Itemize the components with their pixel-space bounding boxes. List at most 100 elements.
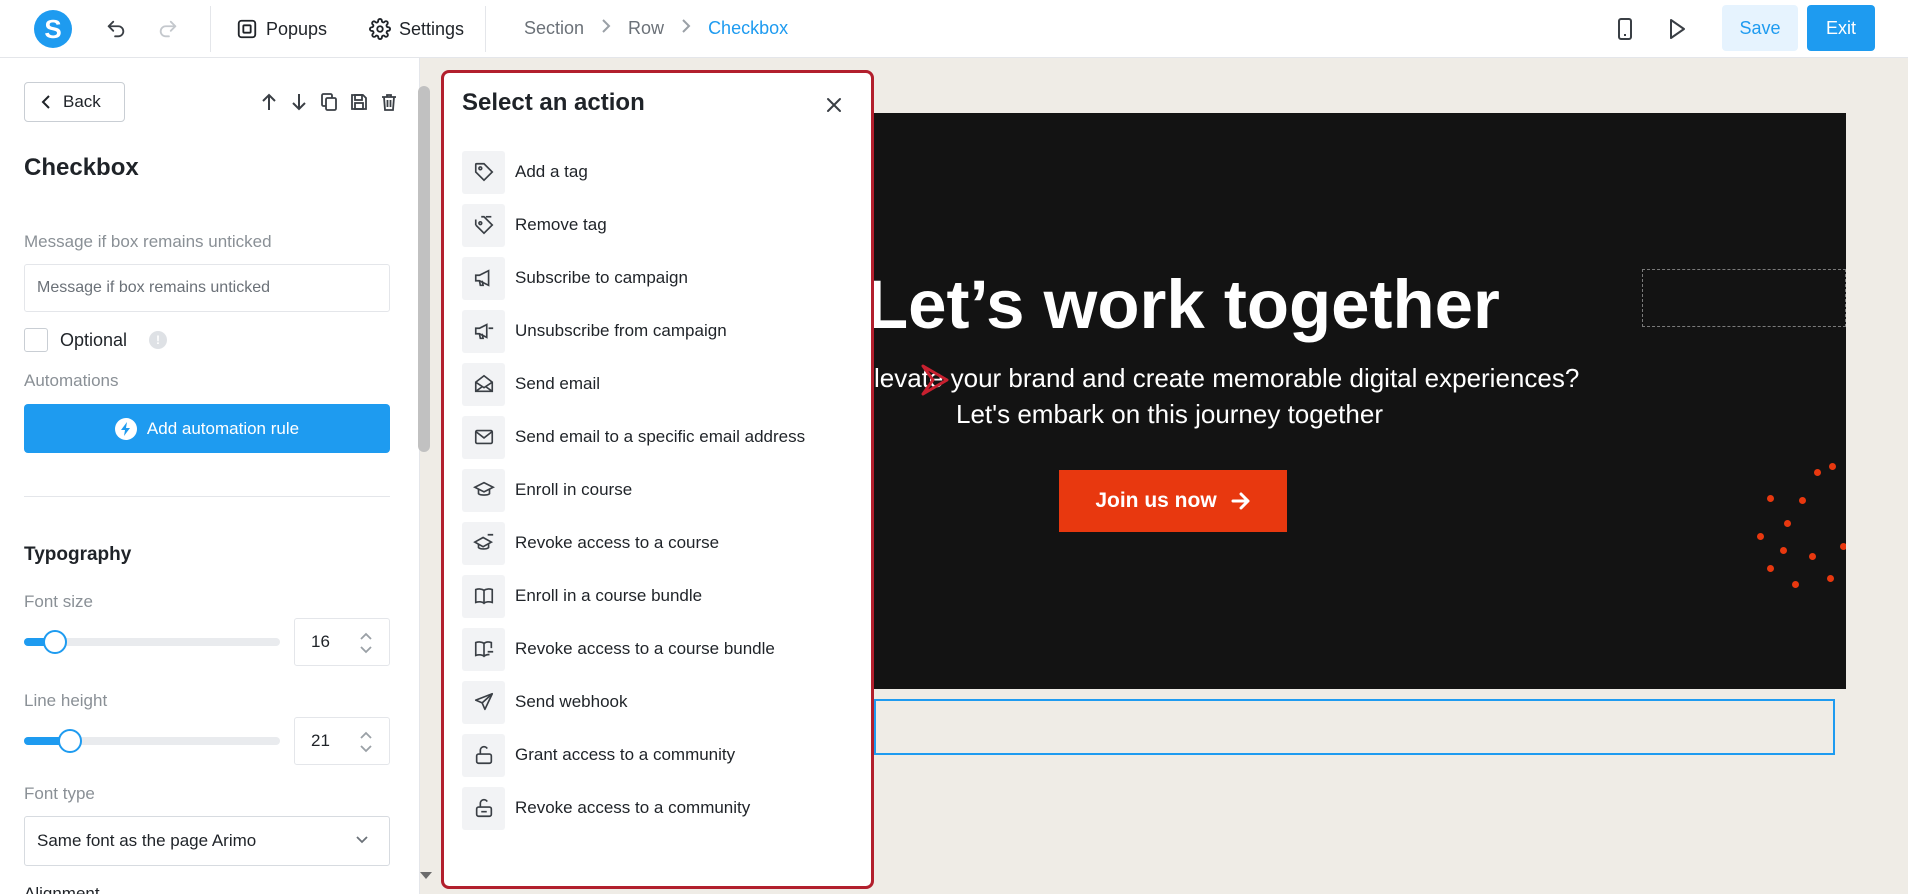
font-type-value: Same font as the page Arimo	[37, 831, 257, 850]
popup-icon	[237, 19, 257, 39]
megaphone-off-icon	[462, 309, 505, 353]
chevron-right-icon	[600, 18, 612, 39]
toolbar-divider	[485, 6, 486, 52]
action-add-tag[interactable]: Add a tag	[462, 150, 588, 194]
font-size-slider[interactable]	[24, 630, 280, 654]
stepper-icon[interactable]	[359, 729, 373, 755]
font-type-label: Font type	[24, 784, 95, 803]
empty-placeholder[interactable]	[1642, 269, 1846, 327]
mobile-preview-icon[interactable]	[1612, 16, 1638, 42]
action-send-email-specific[interactable]: Send email to a specific email address	[462, 415, 805, 459]
action-revoke-community[interactable]: Revoke access to a community	[462, 786, 750, 830]
megaphone-icon	[462, 256, 505, 300]
paper-plane-icon	[462, 680, 505, 724]
action-label: Add a tag	[515, 162, 588, 181]
undo-icon[interactable]	[103, 16, 129, 42]
breadcrumb-row[interactable]: Row	[628, 18, 664, 39]
stepper-icon[interactable]	[359, 630, 373, 656]
divider	[24, 496, 390, 497]
action-unsubscribe-campaign[interactable]: Unsubscribe from campaign	[462, 309, 727, 353]
optional-row: Optional !	[24, 328, 168, 352]
arrow-down-icon[interactable]	[288, 91, 310, 113]
action-send-webhook[interactable]: Send webhook	[462, 680, 627, 724]
toolbar-divider	[210, 6, 211, 52]
back-label: Back	[63, 92, 101, 111]
action-send-email[interactable]: Send email	[462, 362, 600, 406]
font-size-value: 16	[311, 632, 330, 651]
graduation-cap-icon	[462, 468, 505, 512]
action-label: Grant access to a community	[515, 745, 736, 764]
selected-checkbox-row[interactable]	[874, 699, 1835, 755]
trash-icon[interactable]	[378, 91, 400, 113]
hero-line-1[interactable]: levate your brand and create memorable d…	[874, 363, 1579, 394]
join-us-button[interactable]: Join us now	[1059, 470, 1287, 532]
action-revoke-course[interactable]: Revoke access to a course	[462, 521, 719, 565]
exit-button[interactable]: Exit	[1807, 5, 1875, 51]
app-logo[interactable]: S	[34, 10, 72, 48]
lightning-icon	[114, 417, 137, 440]
tag-icon	[462, 150, 505, 194]
info-icon[interactable]: !	[149, 331, 168, 349]
close-icon[interactable]	[820, 91, 848, 119]
action-subscribe-campaign[interactable]: Subscribe to campaign	[462, 256, 688, 300]
action-label: Enroll in a course bundle	[515, 586, 703, 605]
action-remove-tag[interactable]: Remove tag	[462, 203, 607, 247]
hero-section[interactable]: Let’s work together levate your brand an…	[874, 113, 1846, 689]
popups-label: Popups	[266, 18, 328, 39]
font-size-label: Font size	[24, 592, 93, 611]
font-type-select[interactable]: Same font as the page Arimo	[24, 816, 390, 866]
message-field-label: Message if box remains unticked	[24, 232, 272, 251]
line-height-value: 21	[311, 731, 330, 750]
copy-icon[interactable]	[318, 91, 340, 113]
line-height-label: Line height	[24, 691, 108, 710]
save-button[interactable]: Save	[1722, 5, 1798, 51]
line-height-input[interactable]: 21	[294, 717, 390, 765]
popups-button[interactable]: Popups	[236, 12, 327, 46]
settings-button[interactable]: Settings	[369, 12, 464, 46]
scrollbar-thumb[interactable]	[418, 86, 430, 452]
action-revoke-bundle[interactable]: Revoke access to a course bundle	[462, 627, 775, 671]
lock-minus-icon	[462, 786, 505, 830]
message-field[interactable]: Message if box remains unticked	[24, 264, 390, 312]
action-label: Revoke access to a community	[515, 798, 751, 817]
action-label: Send email	[515, 374, 601, 393]
element-toolbar	[258, 91, 400, 113]
cursor-icon	[921, 364, 949, 396]
redo-icon[interactable]	[155, 16, 181, 42]
save-template-icon[interactable]	[348, 91, 370, 113]
action-label: Subscribe to campaign	[515, 268, 688, 287]
panel-title: Checkbox	[24, 154, 139, 181]
play-preview-icon[interactable]	[1664, 16, 1690, 42]
automations-label: Automations	[24, 371, 119, 390]
add-automation-button[interactable]: Add automation rule	[24, 404, 390, 453]
action-label: Revoke access to a course	[515, 533, 720, 552]
font-size-input[interactable]: 16	[294, 618, 390, 666]
scroll-down-arrow[interactable]	[420, 872, 432, 879]
optional-label: Optional	[60, 329, 128, 350]
unlock-icon	[462, 733, 505, 777]
action-enroll-bundle[interactable]: Enroll in a course bundle	[462, 574, 702, 618]
book-minus-icon	[462, 627, 505, 671]
action-label: Remove tag	[515, 215, 607, 234]
slider-handle[interactable]	[43, 630, 67, 654]
action-label: Revoke access to a course bundle	[515, 639, 775, 658]
breadcrumb: Section Row Checkbox	[524, 18, 788, 39]
arrow-up-icon[interactable]	[258, 91, 280, 113]
graduation-cap-minus-icon	[462, 521, 505, 565]
hero-title[interactable]: Let’s work together	[874, 265, 1506, 344]
gear-icon	[369, 18, 391, 40]
breadcrumb-section[interactable]: Section	[524, 18, 584, 39]
slider-handle[interactable]	[58, 729, 82, 753]
settings-label: Settings	[399, 18, 465, 39]
action-label: Unsubscribe from campaign	[515, 321, 727, 340]
action-grant-community[interactable]: Grant access to a community	[462, 733, 735, 777]
book-open-icon	[462, 574, 505, 618]
hero-line-2[interactable]: Let's embark on this journey together	[956, 399, 1383, 430]
add-automation-label: Add automation rule	[146, 418, 300, 438]
modal-title: Select an action	[462, 89, 645, 116]
back-button[interactable]: Back	[24, 82, 125, 122]
breadcrumb-checkbox[interactable]: Checkbox	[708, 18, 788, 39]
line-height-slider[interactable]	[24, 729, 280, 753]
action-enroll-course[interactable]: Enroll in course	[462, 468, 632, 512]
optional-checkbox[interactable]	[24, 328, 48, 352]
